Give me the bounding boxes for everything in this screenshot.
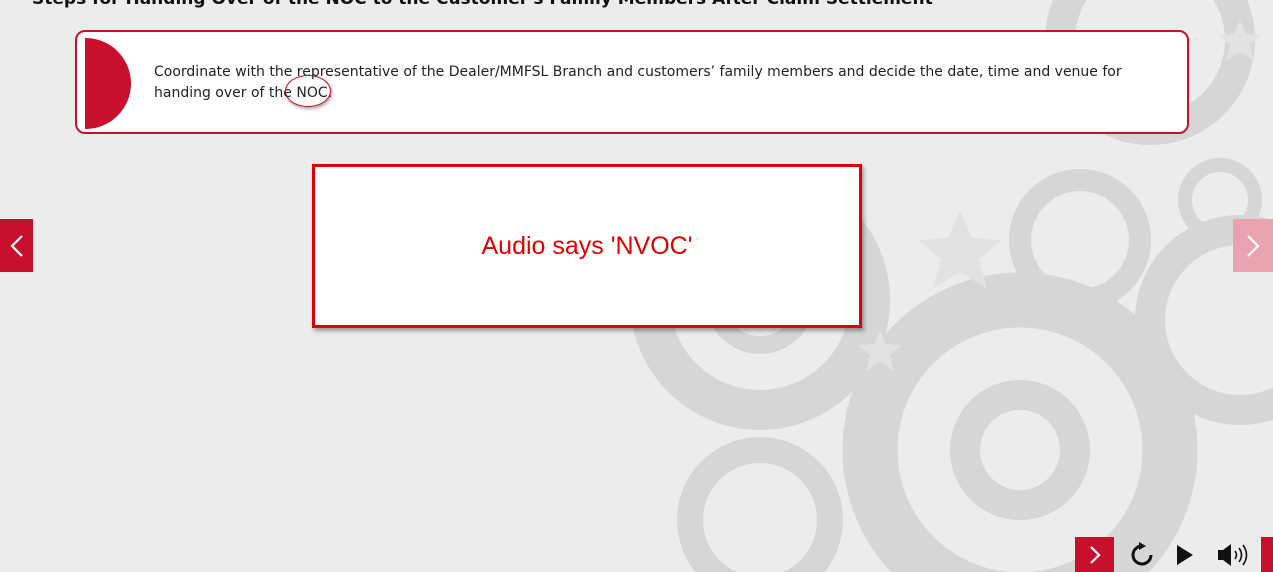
instruction-card: Coordinate with the representative of th… (75, 30, 1189, 134)
card-accent-semicircle (85, 38, 131, 129)
play-icon (1177, 544, 1193, 565)
play-button[interactable] (1167, 537, 1203, 572)
page-title: Steps for Handing Over of the NOC to the… (32, 0, 933, 9)
replay-icon (1131, 541, 1153, 565)
annotation-box: Audio says 'NVOC' (312, 164, 862, 328)
audio-button[interactable] (1210, 537, 1256, 572)
instruction-text: Coordinate with the representative of th… (154, 62, 1174, 107)
speaker-icon (1218, 543, 1248, 566)
replay-button[interactable] (1124, 537, 1160, 572)
next-slide-button[interactable] (1233, 219, 1273, 272)
chevron-right-icon (1089, 545, 1101, 564)
chevron-right-icon (1247, 234, 1260, 257)
previous-slide-button[interactable] (0, 219, 33, 272)
chevron-left-icon (9, 234, 23, 257)
annotation-text: Audio says 'NVOC' (481, 231, 693, 260)
controls-edge-tab (1261, 537, 1273, 572)
next-button[interactable] (1075, 537, 1114, 572)
noc-annotation-circle (285, 75, 332, 107)
noc-highlight: NOC. (285, 75, 332, 107)
player-controls (1075, 537, 1273, 572)
